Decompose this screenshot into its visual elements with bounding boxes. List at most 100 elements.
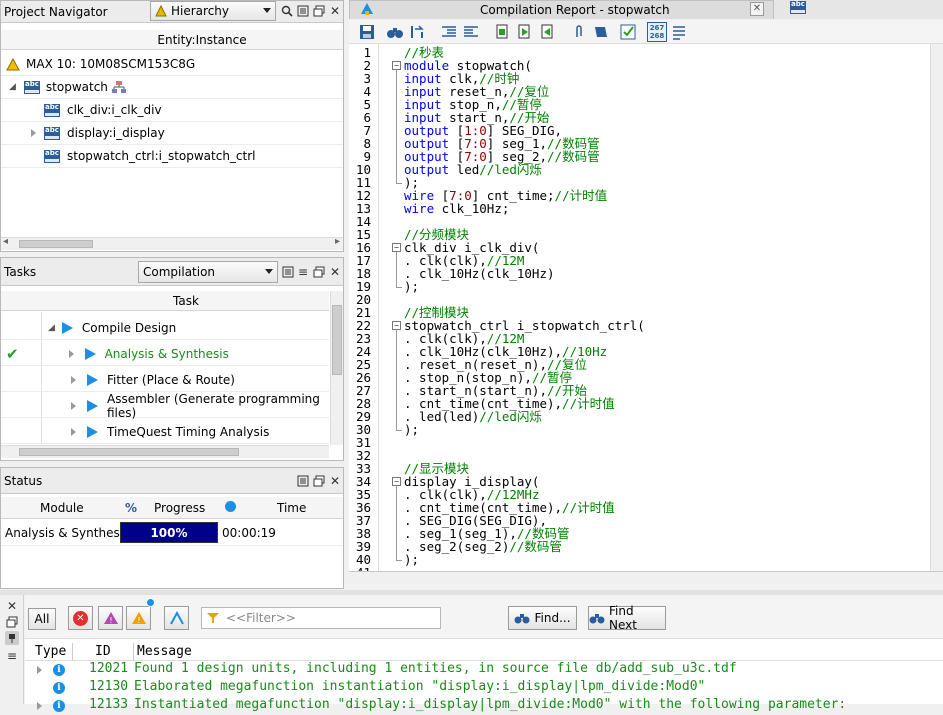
task-row-timequest[interactable]: TimeQuest Timing Analysis <box>1 421 329 444</box>
task-column-header[interactable]: Task <box>1 291 329 311</box>
expand-icon[interactable] <box>37 702 42 710</box>
filter-placeholder: <<Filter>> <box>226 611 296 625</box>
tree-item-display[interactable]: abc display:i_display <box>1 122 343 145</box>
run-icon[interactable] <box>87 426 98 438</box>
fold-toggle-icon[interactable]: − <box>392 61 401 70</box>
expand-icon[interactable] <box>71 376 76 384</box>
expand-icon[interactable] <box>37 666 42 674</box>
save-icon[interactable] <box>357 22 377 42</box>
collapse-icon[interactable]: ◢ <box>48 323 55 333</box>
run-icon[interactable] <box>84 348 96 360</box>
fold-toggle-icon[interactable]: − <box>392 243 401 252</box>
message-header[interactable]: Message <box>137 644 192 659</box>
navigator-horizontal-scrollbar[interactable]: ◂ ▸ <box>1 236 343 250</box>
close-icon[interactable]: ✕ <box>328 265 342 279</box>
progress-header[interactable]: Progress <box>154 501 205 515</box>
task-row-analysis-synthesis[interactable]: ✔ Analysis & Synthesis <box>1 343 329 366</box>
line-numbers-icon[interactable]: 267 268 <box>647 21 667 42</box>
find-next-button[interactable]: Find Next <box>588 604 666 632</box>
fold-toggle-icon[interactable]: − <box>392 477 401 486</box>
list-icon[interactable] <box>296 4 310 18</box>
expand-icon[interactable] <box>68 350 74 358</box>
scroll-thumb[interactable] <box>19 240 93 248</box>
close-icon[interactable]: ✕ <box>328 4 342 18</box>
expand-icon[interactable] <box>71 402 76 410</box>
tree-item-stopwatch-ctrl[interactable]: abc stopwatch_ctrl:i_stopwatch_ctrl <box>1 145 343 168</box>
indent-icon[interactable] <box>439 22 459 42</box>
menu-icon[interactable]: ≡ <box>5 649 19 663</box>
float-window-icon[interactable] <box>312 474 326 488</box>
expand-icon[interactable] <box>31 129 36 137</box>
hierarchy-select[interactable]: Hierarchy <box>150 1 276 21</box>
message-row[interactable]: i 12130 Elaborated megafunction instanti… <box>25 679 943 697</box>
message-row[interactable]: i 12021 Found 1 design units, including … <box>25 661 943 679</box>
code-editor[interactable]: 1 2 3 4 5 6 7 8 9 10 11 12 13 14 15 16 17 18 19 20 21 22 23 24 2… <box>349 44 943 571</box>
flow-select[interactable]: Compilation <box>138 261 278 283</box>
type-header[interactable]: Type <box>35 644 66 659</box>
messages-header: Type ID Message <box>25 643 943 661</box>
bookmark-prev-icon[interactable] <box>537 22 557 42</box>
entity-abc-icon: abc <box>44 149 60 163</box>
filter-error-button[interactable]: ✕ <box>68 606 93 630</box>
messages-side-tools: ✕ ≡ <box>0 595 24 704</box>
find-replace-icon[interactable] <box>407 22 427 42</box>
filter-input[interactable]: <<Filter>> <box>201 607 441 629</box>
code-check-icon[interactable] <box>619 22 639 42</box>
list-view-icon[interactable] <box>669 22 689 42</box>
task-row-assembler[interactable]: Assembler (Generate programming files) <box>1 392 329 420</box>
find-button[interactable]: Find... <box>508 606 577 630</box>
task-row-compile-design[interactable]: ◢ Compile Design <box>1 317 329 340</box>
device-row[interactable]: MAX 10: 10M08SCM153C8G <box>1 53 343 76</box>
entity-column-label: Entity:Instance <box>157 32 247 47</box>
task-row-fitter[interactable]: Fitter (Place & Route) <box>1 369 329 392</box>
fold-toggle-icon[interactable]: − <box>392 321 401 330</box>
run-icon[interactable] <box>87 374 98 386</box>
find-binoculars-icon[interactable] <box>385 22 405 42</box>
bookmark-toggle-icon[interactable] <box>493 22 513 42</box>
scroll-thumb[interactable] <box>19 448 239 456</box>
tree-item-clk-div[interactable]: abc clk_div:i_clk_div <box>1 99 343 122</box>
outdent-icon[interactable] <box>461 22 481 42</box>
module-header[interactable]: Module <box>40 501 84 515</box>
filter-info-button[interactable] <box>164 606 189 630</box>
pin-icon[interactable] <box>5 631 19 645</box>
tasks-horizontal-scrollbar[interactable] <box>1 445 329 458</box>
code-token: ); <box>404 422 420 437</box>
tab-file-abc-icon[interactable]: abc <box>790 1 806 14</box>
list-icon[interactable] <box>281 265 295 279</box>
filter-all-button[interactable]: All <box>28 608 56 630</box>
run-icon[interactable] <box>87 400 98 412</box>
tree-item-stopwatch[interactable]: ◢ abc stopwatch <box>1 76 343 99</box>
search-icon[interactable] <box>280 4 294 18</box>
collapse-icon[interactable]: ◢ <box>9 82 16 92</box>
float-window-icon[interactable] <box>312 265 326 279</box>
scroll-right-icon[interactable]: ▸ <box>335 236 340 247</box>
time-header[interactable]: Time <box>277 501 306 515</box>
filter-warning-button[interactable]: ! <box>126 606 151 630</box>
tasks-vertical-scrollbar[interactable] <box>330 291 343 445</box>
float-window-icon[interactable] <box>312 4 326 18</box>
expand-icon[interactable] <box>71 428 76 436</box>
insert-template-icon[interactable] <box>591 22 611 42</box>
tab-close-icon[interactable]: ✕ <box>750 2 764 16</box>
run-icon[interactable] <box>61 322 73 334</box>
entity-column-header[interactable]: Entity:Instance <box>1 30 343 50</box>
scroll-left-icon[interactable]: ◂ <box>3 236 8 247</box>
menu-icon[interactable]: ≡ <box>296 265 310 279</box>
attach-icon[interactable] <box>569 22 589 42</box>
close-icon[interactable]: ✕ <box>5 599 19 613</box>
close-icon[interactable]: ✕ <box>328 474 342 488</box>
editor-horizontal-scrollbar[interactable] <box>349 571 943 588</box>
scroll-thumb[interactable] <box>332 305 342 375</box>
id-header[interactable]: ID <box>95 644 111 659</box>
code-token: ); <box>404 552 420 567</box>
filter-critical-warning-button[interactable]: ! <box>98 606 123 630</box>
fold-guide <box>396 486 397 560</box>
message-row[interactable]: i 12133 Instantiated megafunction "displ… <box>25 697 943 715</box>
list-icon[interactable] <box>296 474 310 488</box>
tab-compilation-report[interactable]: Compilation Report - stopwatch ✕ <box>349 0 774 19</box>
float-window-icon[interactable] <box>5 615 19 629</box>
bookmark-next-icon[interactable] <box>515 22 535 42</box>
editor-vertical-scrollbar[interactable] <box>930 44 943 571</box>
task-label: Analysis & Synthesis <box>104 347 229 361</box>
